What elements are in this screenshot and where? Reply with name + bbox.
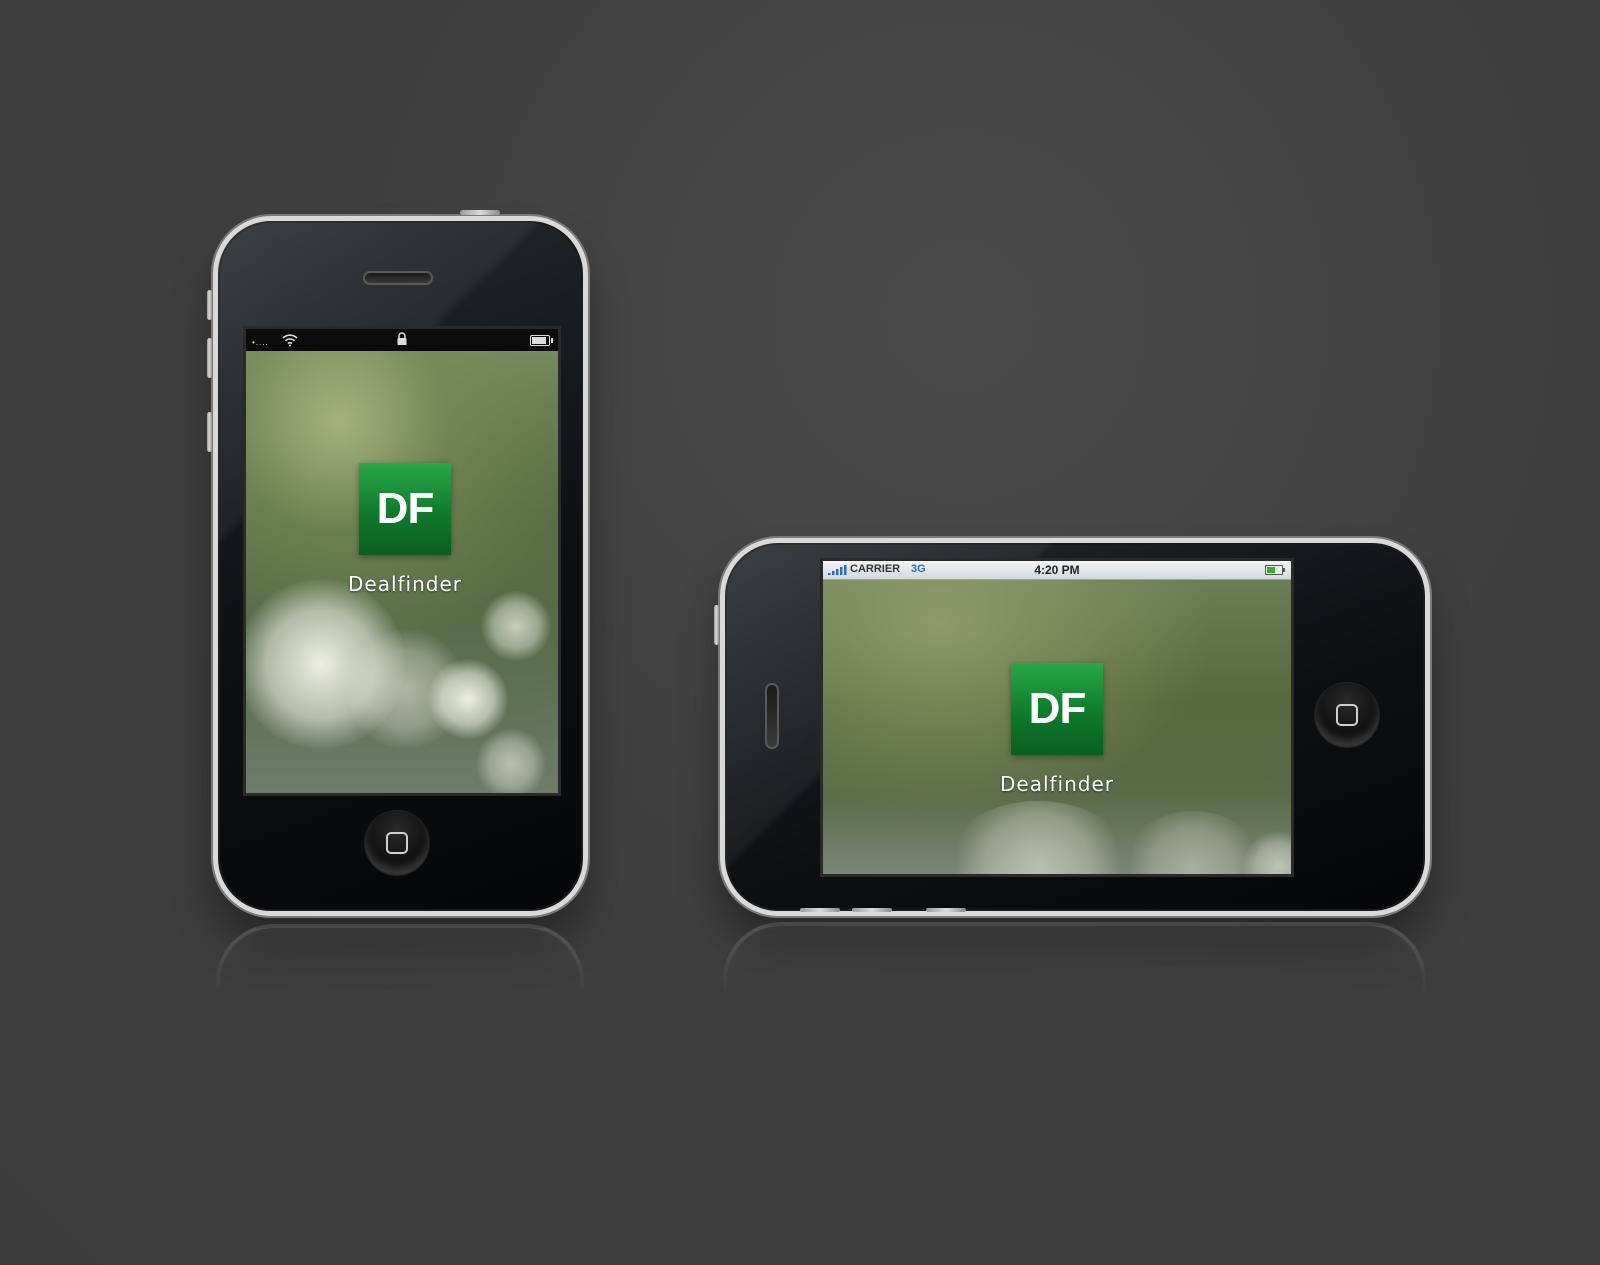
home-square-icon <box>1336 704 1358 726</box>
status-bar: CARRIER 3G 4:20 PM <box>823 561 1291 580</box>
volume-button <box>926 908 966 912</box>
volume-button <box>207 290 212 320</box>
lock-icon <box>397 332 407 345</box>
sleep-button <box>714 605 719 645</box>
dealfinder-app-icon[interactable]: DF <box>1011 663 1103 755</box>
home-square-icon <box>386 832 408 854</box>
app-label: Dealfinder <box>999 772 1114 796</box>
home-button[interactable] <box>365 811 429 875</box>
battery-icon <box>1265 565 1285 575</box>
earpiece <box>363 271 433 285</box>
bokeh-light <box>481 591 551 661</box>
volume-button <box>207 338 212 378</box>
bokeh-light <box>943 801 1133 874</box>
phone-reflection <box>216 924 584 998</box>
phone-landscape: CARRIER 3G 4:20 PM DF Dealfinder <box>720 538 1430 916</box>
app-icon-text: DF <box>376 484 435 533</box>
dealfinder-app-icon[interactable]: DF <box>359 463 451 555</box>
status-time: 4:20 PM <box>1034 563 1080 577</box>
screen-portrait: •.... DF Dealfinder <box>243 326 561 796</box>
earpiece <box>765 683 779 749</box>
bokeh-light <box>476 729 546 793</box>
status-bar: •.... <box>246 329 558 351</box>
app-icon-text: DF <box>1028 684 1087 733</box>
bokeh-light <box>1123 811 1263 874</box>
home-button[interactable] <box>1315 683 1379 747</box>
wifi-icon <box>282 334 298 347</box>
app-label: Dealfinder <box>347 572 462 596</box>
phone-portrait: •.... DF Dealfinder <box>213 216 588 916</box>
sleep-button <box>460 210 500 215</box>
volume-button <box>207 412 212 452</box>
screen-landscape: CARRIER 3G 4:20 PM DF Dealfinder <box>820 558 1294 877</box>
volume-button <box>852 908 892 912</box>
signal-dots: •.... <box>252 338 269 347</box>
bokeh-light <box>428 659 508 739</box>
battery-icon <box>530 335 553 346</box>
volume-button <box>800 908 840 912</box>
phone-reflection <box>723 922 1426 996</box>
